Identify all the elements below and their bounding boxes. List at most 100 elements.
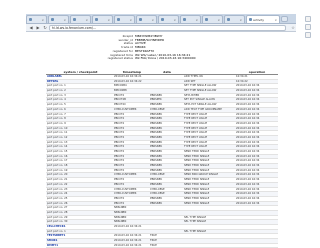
table-cell: SETA PCT SINGLE ALLOW bbox=[184, 103, 217, 107]
browser-tab[interactable]: activity × bbox=[246, 15, 280, 23]
table-cell: PBCXT4 bbox=[114, 112, 125, 116]
browser-tab[interactable]: × bbox=[26, 15, 47, 23]
browser-tab[interactable]: × bbox=[48, 15, 69, 23]
close-tab-icon[interactable]: × bbox=[195, 18, 198, 22]
table-cell: 2010-03-16 16:34 bbox=[236, 93, 260, 97]
table-cell: SET TYPE SINGLE ALLOW bbox=[184, 89, 217, 93]
close-tab-icon[interactable]: × bbox=[63, 18, 66, 22]
table-cell bbox=[150, 216, 184, 220]
close-tab-icon[interactable]: × bbox=[41, 18, 44, 22]
table-cell: 2010-03-16 16:34 bbox=[236, 192, 260, 196]
star-icon[interactable]: ☆ bbox=[290, 25, 296, 31]
table-cell: BMCX0B4 bbox=[114, 84, 127, 88]
table-cell: port port no. 3 bbox=[47, 93, 66, 97]
table-cell: PBCXT4 bbox=[114, 201, 125, 205]
favicon-icon bbox=[73, 18, 76, 21]
browser-tab[interactable]: × bbox=[114, 15, 135, 23]
browser-tab[interactable]: × bbox=[136, 15, 157, 23]
table-cell: PBRSNEK bbox=[150, 168, 163, 172]
browser-tab[interactable]: × bbox=[158, 15, 179, 23]
maximize-icon[interactable] bbox=[305, 24, 311, 30]
reload-icon[interactable]: ↻ bbox=[42, 25, 48, 31]
table-cell: port port no. 4 bbox=[47, 98, 66, 102]
table-cell: NBN-NBN bbox=[114, 210, 127, 214]
table-cell: SEND TPRD SINGLE bbox=[184, 192, 210, 196]
table-cell: SEND TPRD SINGLE bbox=[184, 168, 210, 172]
header-key: registered status bbox=[107, 56, 133, 61]
table-cell: port port no. 29 bbox=[47, 215, 68, 219]
column-header[interactable]: data bbox=[150, 70, 184, 74]
table-cell bbox=[150, 230, 184, 234]
close-tab-icon[interactable]: × bbox=[274, 18, 277, 22]
table-cell: port port no. 25 bbox=[47, 196, 68, 200]
activity-table: system / checkpoint timestamp data opera… bbox=[46, 70, 278, 248]
table-cell bbox=[236, 230, 278, 234]
table-cell: port port no. 10 bbox=[47, 126, 68, 130]
table-cell: port port no. 7 bbox=[47, 112, 66, 116]
table-cell: PBRSNEK bbox=[150, 126, 163, 130]
table-cell bbox=[150, 80, 184, 84]
close-tab-icon[interactable]: × bbox=[107, 18, 110, 22]
column-header[interactable]: timestamp bbox=[114, 70, 150, 74]
browser-tab[interactable]: × bbox=[92, 15, 113, 23]
table-cell: CYBR-CBSE bbox=[150, 107, 165, 111]
table-cell: PBRSNEK bbox=[150, 164, 163, 168]
browser-tab[interactable]: × bbox=[180, 15, 201, 23]
close-tab-icon[interactable]: × bbox=[129, 18, 132, 22]
favicon-icon bbox=[139, 18, 142, 21]
table-cell: PBCXT4 bbox=[114, 145, 125, 149]
header-value: Wk Fbb/ Done / 2010-03-16 16:3400000 bbox=[135, 56, 196, 61]
table-cell: SEND BRO GROUP SINGLE bbox=[184, 173, 219, 177]
table-cell: 2010-03-16 16:34:21 bbox=[114, 243, 142, 247]
new-tab-button[interactable] bbox=[281, 16, 288, 22]
table-cell: CYBR-CBSE bbox=[150, 192, 165, 196]
table-cell: PBRSNEK bbox=[150, 154, 163, 158]
table-cell: PBCXT4 bbox=[114, 182, 125, 186]
column-header[interactable]: operation bbox=[236, 70, 278, 74]
table-cell: ADD SET bbox=[184, 79, 196, 83]
close-icon[interactable] bbox=[305, 32, 311, 38]
table-cell bbox=[150, 225, 184, 229]
table-row[interactable]: DMMY1 2010-03-16 16:34:21 TRUE bbox=[46, 244, 278, 248]
table-cell: 2010-03-16 16:34 bbox=[236, 98, 260, 102]
table-cell bbox=[150, 211, 184, 215]
browser-tab[interactable]: × bbox=[224, 15, 245, 23]
forward-icon[interactable]: ▶ bbox=[35, 25, 41, 31]
table-cell: port port no. 13 bbox=[47, 140, 68, 144]
table-cell: 2010-03-16 16:34 bbox=[236, 168, 260, 172]
table-cell: PBCXT4 bbox=[114, 178, 125, 182]
favicon-icon bbox=[161, 18, 164, 21]
close-tab-icon[interactable]: × bbox=[217, 18, 220, 22]
table-cell: port port no. 15 bbox=[47, 150, 68, 153]
back-icon[interactable]: ◀ bbox=[28, 25, 34, 31]
table-cell: PBCXT4 bbox=[114, 117, 125, 121]
table-cell: CYBR-CUSTOMER bbox=[114, 192, 137, 196]
table-cell: CYBR-CUSTOMER bbox=[114, 107, 137, 111]
favicon-icon bbox=[249, 18, 252, 21]
table-cell: NBN-NBN bbox=[114, 206, 127, 210]
record-header: ibrepid MB4YIWIB4YIBWIY sender_id FBBMB/SCH… bbox=[71, 34, 241, 61]
table-cell: NBN-NBN bbox=[114, 220, 127, 224]
table-cell: port port no. 21 bbox=[47, 178, 68, 182]
column-header[interactable]: system / checkpoint bbox=[46, 70, 114, 74]
table-cell: PBRSNEK bbox=[150, 178, 163, 182]
browser-tab[interactable]: × bbox=[70, 15, 91, 23]
close-tab-icon[interactable]: × bbox=[239, 18, 242, 22]
table-cell: PBRSNEK bbox=[150, 112, 163, 116]
table-cell: 2010-03-16 16:34 bbox=[236, 140, 260, 144]
table-cell bbox=[236, 216, 278, 220]
table-cell: SEND TPRD SINGLE bbox=[184, 150, 210, 153]
table-cell bbox=[184, 206, 236, 210]
table-cell: CYBR-CBSE bbox=[150, 173, 165, 177]
close-tab-icon[interactable]: × bbox=[173, 18, 176, 22]
address-bar[interactable]: hi.ld.ws.io.fenonium.com/... bbox=[49, 24, 286, 31]
table-cell: SEND TPRD SINGLE bbox=[184, 164, 210, 168]
close-tab-icon[interactable]: × bbox=[85, 18, 88, 22]
favicon-icon bbox=[95, 18, 98, 21]
table-cell: PBCXT4B bbox=[114, 98, 126, 102]
table-cell: port port no. 22 bbox=[47, 182, 68, 186]
close-tab-icon[interactable]: × bbox=[151, 18, 154, 22]
minimize-icon[interactable] bbox=[305, 16, 311, 22]
table-cell: NBN-NBN bbox=[114, 215, 127, 219]
browser-tab[interactable]: × bbox=[202, 15, 223, 23]
